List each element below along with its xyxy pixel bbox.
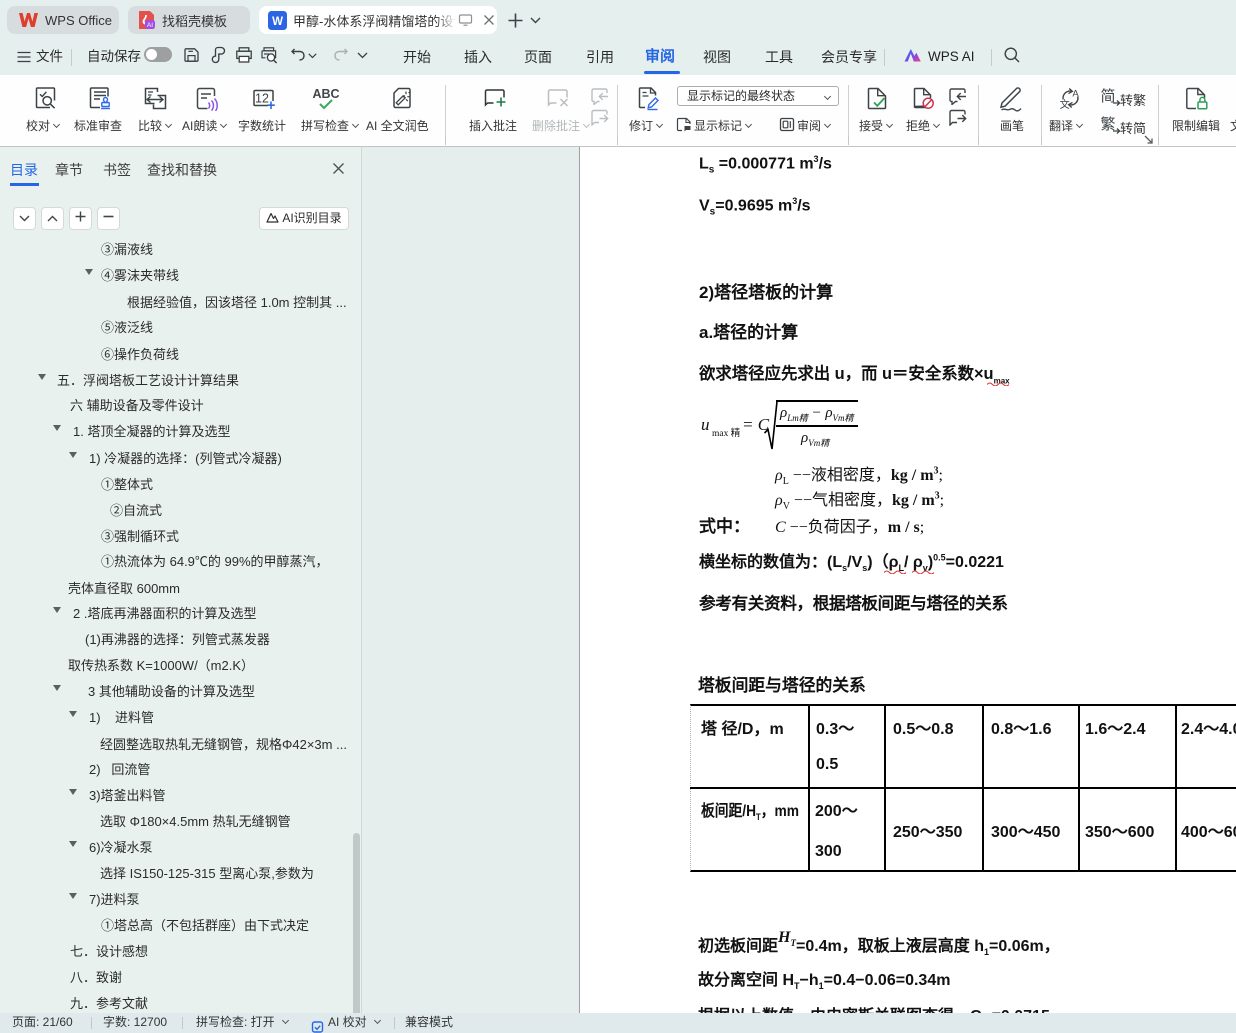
svg-text:12: 12: [255, 92, 269, 106]
svg-text:A: A: [1072, 89, 1079, 100]
svg-text:AI: AI: [147, 22, 153, 29]
svg-text:W: W: [272, 16, 283, 28]
svg-text:文: 文: [1060, 98, 1070, 109]
svg-text:ABC: ABC: [312, 87, 339, 101]
